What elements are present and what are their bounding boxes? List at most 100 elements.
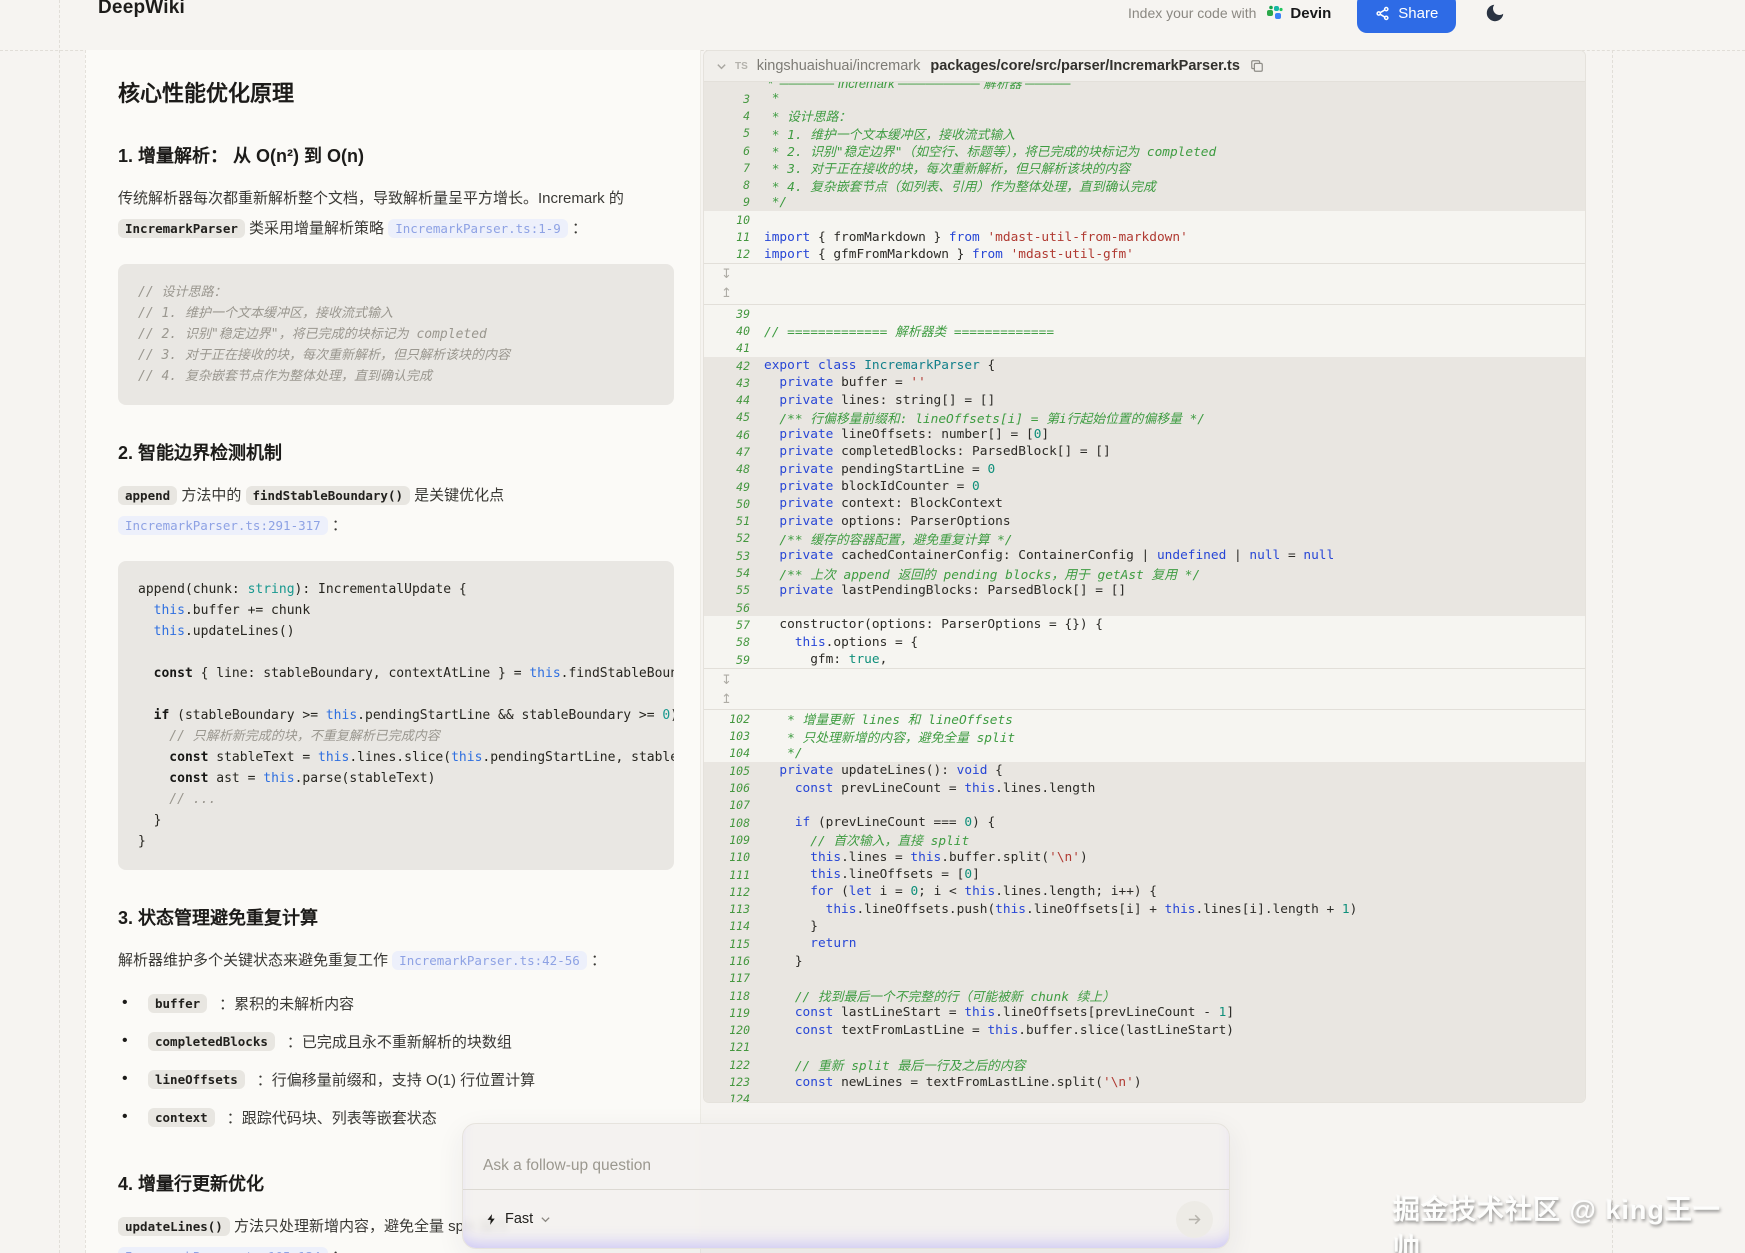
list-item: •lineOffsets：行偏移量前缀和，支持 O(1) 行位置计算 — [122, 1060, 674, 1098]
code-line: 117 — [704, 970, 1585, 987]
code-line: 41 — [704, 340, 1585, 357]
list-item-text: ：行偏移量前缀和，支持 O(1) 行位置计算 — [257, 1069, 535, 1090]
line-number: 3 — [704, 92, 764, 106]
inline-code-chip: IncremarkParser — [118, 219, 245, 238]
line-number: 9 — [704, 195, 764, 209]
code-line: 115 return — [704, 935, 1585, 952]
expand-down-button[interactable]: ↧ — [721, 671, 741, 689]
code-line: 5 * 1. 维护一个文本缓冲区，接收流式输入 — [704, 125, 1585, 142]
bullet-icon: • — [122, 1032, 136, 1050]
page-title: 核心性能优化原理 — [118, 76, 674, 108]
line-number: 48 — [704, 462, 764, 476]
line-number: 12 — [704, 247, 764, 261]
arrow-right-icon — [1186, 1211, 1203, 1228]
code-line: 107 — [704, 797, 1585, 814]
text-run: 类采用增量解析策略 — [245, 220, 388, 237]
section-heading: 2. 智能边界检测机制 — [118, 439, 674, 465]
line-number: 58 — [704, 635, 764, 649]
code-line: 56 — [704, 599, 1585, 616]
expand-down-button[interactable]: ↧ — [721, 265, 741, 283]
fast-mode-label: Fast — [505, 1211, 533, 1227]
line-number: 119 — [704, 1006, 764, 1020]
expand-up-button[interactable]: ↥ — [721, 284, 741, 302]
paragraph: 传统解析器每次都重新解析整个文档，导致解析量呈平方增长。Incremark 的 … — [118, 184, 674, 244]
share-button[interactable]: Share — [1357, 0, 1456, 33]
devin-link[interactable]: Devin — [1266, 4, 1331, 22]
layout-guide-right — [1612, 50, 1613, 1253]
doc-code-block: append(chunk: string): IncrementalUpdate… — [118, 561, 674, 870]
file-path: packages/core/src/parser/IncremarkParser… — [930, 58, 1240, 74]
code-line: 109 // 首次输入，直接 split — [704, 831, 1585, 848]
code-line: 102 * 增量更新 lines 和 lineOffsets — [704, 710, 1585, 727]
deepwiki-page: DeepWiki Index your code with Devin — [0, 0, 1745, 1253]
code-line: 55 private lastPendingBlocks: ParsedBloc… — [704, 582, 1585, 599]
code-line: 49 private blockIdCounter = 0 — [704, 478, 1585, 495]
line-number: 114 — [704, 919, 764, 933]
bullet-list: •buffer：累积的未解析内容•completedBlocks：已完成且永不重… — [122, 984, 674, 1136]
file-reference-link[interactable]: IncremarkParser.ts:291-317 — [118, 516, 328, 535]
index-your-code-text: Index your code with — [1128, 5, 1256, 21]
code-line: 111 this.lineOffsets = [0] — [704, 866, 1585, 883]
line-number: 120 — [704, 1023, 764, 1037]
send-button[interactable] — [1176, 1201, 1213, 1238]
code-line: 121 — [704, 1039, 1585, 1056]
code-line: 10 — [704, 211, 1585, 228]
code-viewer-header: TS kingshuaishuai/incremark packages/cor… — [704, 51, 1585, 82]
section-heading: 3. 状态管理避免重复计算 — [118, 904, 674, 930]
code-viewer-panel: TS kingshuaishuai/incremark packages/cor… — [703, 50, 1586, 1103]
line-number: 5 — [704, 126, 764, 140]
code-line: 108 if (prevLineCount === 0) { — [704, 814, 1585, 831]
list-item: •completedBlocks：已完成且永不重新解析的块数组 — [122, 1022, 674, 1060]
code-line: 50 private context: BlockContext — [704, 495, 1585, 512]
doc-code-block: // 设计思路：// 1. 维护一个文本缓冲区，接收流式输入// 2. 识别"稳… — [118, 264, 674, 405]
line-number: 123 — [704, 1075, 764, 1089]
inline-code-chip: completedBlocks — [148, 1032, 275, 1051]
code-line: 40// ============= 解析器类 ============= — [704, 322, 1585, 339]
paragraph: 解析器维护多个关键状态来避免重复工作 IncremarkParser.ts:42… — [118, 946, 674, 976]
collapse-chevron-icon[interactable] — [716, 61, 727, 72]
code-line: 39 — [704, 305, 1585, 322]
file-reference-link[interactable]: IncremarkParser.ts:42-56 — [392, 951, 587, 970]
line-number: 105 — [704, 764, 764, 778]
code-line: 46 private lineOffsets: number[] = [0] — [704, 426, 1585, 443]
line-number: 109 — [704, 833, 764, 847]
followup-question-input[interactable] — [463, 1124, 1229, 1188]
code-line: 114 } — [704, 918, 1585, 935]
theme-toggle-button[interactable] — [1480, 0, 1510, 28]
line-number: 118 — [704, 989, 764, 1003]
code-line: 3 * — [704, 90, 1585, 107]
deepwiki-logo[interactable]: DeepWiki — [98, 0, 185, 19]
code-line: 44 private lines: string[] = [] — [704, 391, 1585, 408]
layout-guide-left — [59, 0, 60, 1253]
moon-icon — [1484, 12, 1506, 27]
documentation-panel: 核心性能优化原理 1. 增量解析： 从 O(n²) 到 O(n)传统解析器每次都… — [85, 50, 701, 1253]
code-line: 4 * 设计思路： — [704, 107, 1585, 124]
line-number: 116 — [704, 954, 764, 968]
file-reference-link[interactable]: IncremarkParser.ts:105-134 — [118, 1247, 328, 1253]
line-number: 117 — [704, 971, 764, 985]
line-number: 46 — [704, 428, 764, 442]
code-line: 7 * 3. 对于正在接收的块，每次重新解析，但只解析该块的内容 — [704, 159, 1585, 176]
line-number: 122 — [704, 1058, 764, 1072]
line-number: 6 — [704, 144, 764, 158]
line-number: 110 — [704, 850, 764, 864]
line-number: 45 — [704, 410, 764, 424]
line-number: 113 — [704, 902, 764, 916]
copy-button[interactable] — [1250, 59, 1264, 73]
line-number: 108 — [704, 816, 764, 830]
code-line: 59 gfm: true, — [704, 651, 1585, 668]
file-reference-link[interactable]: IncremarkParser.ts:1-9 — [388, 219, 568, 238]
expand-up-button[interactable]: ↥ — [721, 690, 741, 708]
code-line: 53 private cachedContainerConfig: Contai… — [704, 547, 1585, 564]
line-number: 41 — [704, 341, 764, 355]
code-line: 104 */ — [704, 745, 1585, 762]
code-line: 47 private completedBlocks: ParsedBlock[… — [704, 443, 1585, 460]
repo-name[interactable]: kingshuaishuai/incremark — [757, 58, 921, 74]
line-number: 8 — [704, 178, 764, 192]
inline-code-chip: lineOffsets — [148, 1070, 245, 1089]
line-number: 11 — [704, 230, 764, 244]
watermark: 掘金技术社区 @ king王一帅 — [1393, 1188, 1745, 1253]
fast-mode-button[interactable]: Fast — [479, 1210, 557, 1228]
text-run: 方法中的 — [177, 487, 245, 504]
code-line: 112 for (let i = 0; i < this.lines.lengt… — [704, 883, 1585, 900]
